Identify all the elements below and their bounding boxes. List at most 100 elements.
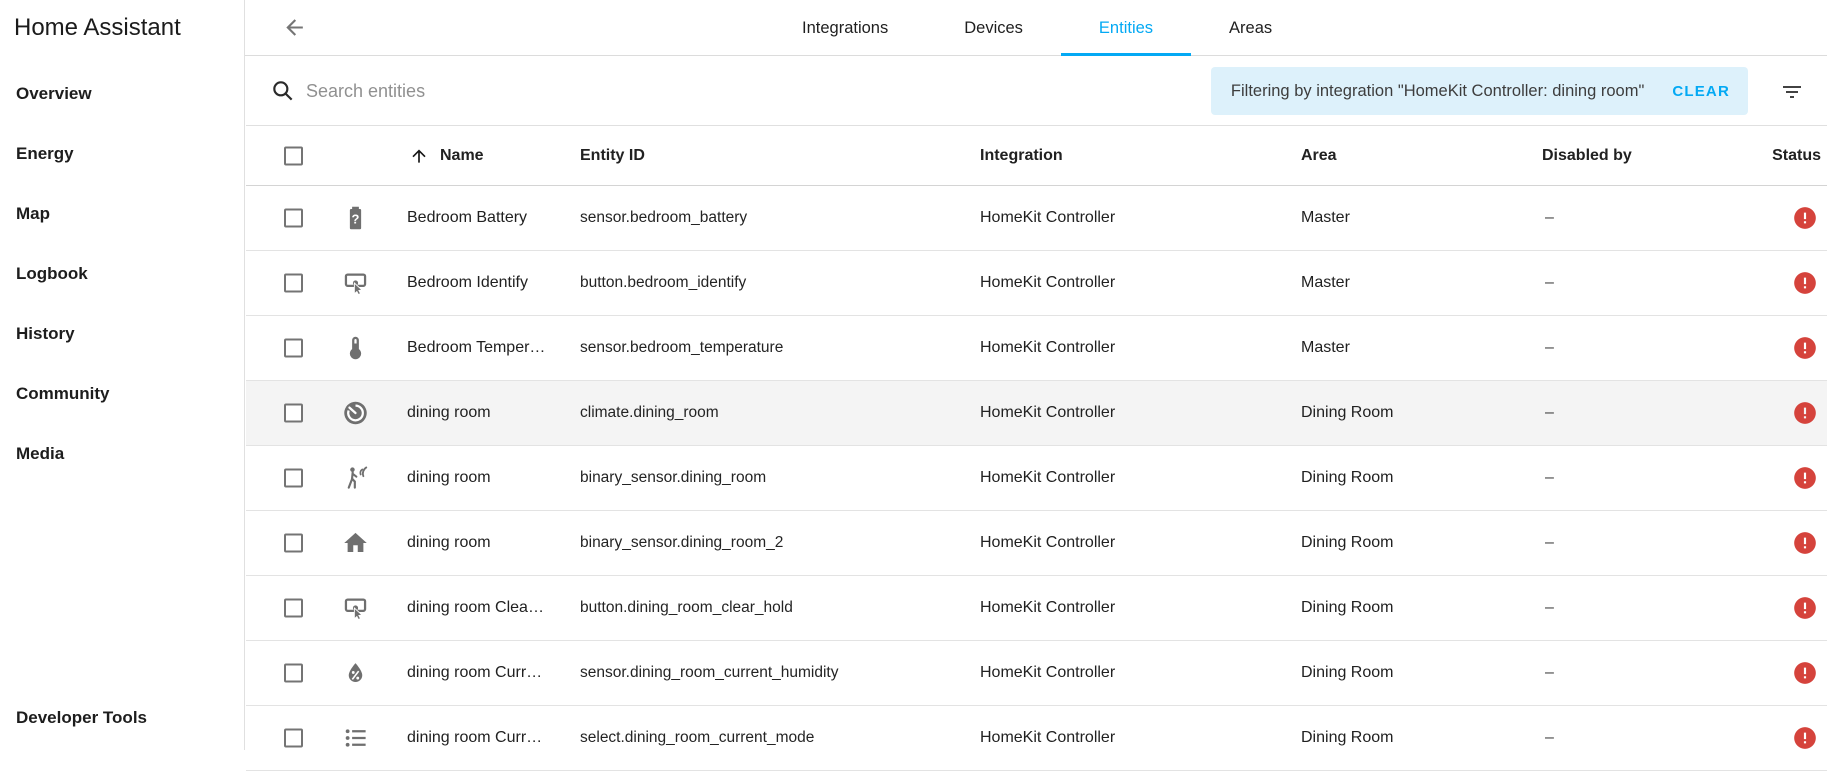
gesture-tap-icon <box>342 270 369 297</box>
table-row[interactable]: dining room Curr… select.dining_room_cur… <box>246 706 1827 771</box>
table-row[interactable]: dining room Clea… button.dining_room_cle… <box>246 576 1827 641</box>
table-row[interactable]: Bedroom Temper… sensor.bedroom_temperatu… <box>246 316 1827 381</box>
tab-devices[interactable]: Devices <box>926 0 1061 56</box>
table-row[interactable]: Bedroom Battery sensor.bedroom_battery H… <box>246 186 1827 251</box>
status-error-icon[interactable] <box>1792 595 1818 621</box>
status-error-icon[interactable] <box>1792 465 1818 491</box>
row-checkbox[interactable] <box>284 273 303 293</box>
sidebar-item[interactable]: Overview <box>0 64 243 124</box>
filter-variant-icon[interactable] <box>1780 80 1804 104</box>
entity-disabled-by: – <box>1545 209 1554 226</box>
entity-integration: HomeKit Controller <box>980 469 1116 486</box>
sidebar-item[interactable]: Community <box>0 364 243 424</box>
entity-integration: HomeKit Controller <box>980 599 1116 616</box>
header-entity-id[interactable]: Entity ID <box>580 147 645 165</box>
header-integration[interactable]: Integration <box>980 147 1063 165</box>
tab-entities[interactable]: Entities <box>1060 0 1192 56</box>
entity-name: dining room <box>407 534 491 551</box>
table-row[interactable]: dining room binary_sensor.dining_room_2 … <box>246 511 1827 576</box>
status-error-icon[interactable] <box>1792 335 1818 361</box>
entity-disabled-by: – <box>1545 274 1554 291</box>
sidebar-item-label: History <box>16 324 75 343</box>
back-arrow-icon[interactable] <box>282 15 307 40</box>
row-checkbox[interactable] <box>284 728 303 748</box>
entity-disabled-by: – <box>1545 534 1554 551</box>
row-checkbox[interactable] <box>284 663 303 683</box>
row-checkbox[interactable] <box>284 338 303 358</box>
entity-area: Dining Room <box>1301 469 1394 486</box>
tab-bar: Integrations Devices Entities Areas <box>764 0 1310 56</box>
entity-area: Master <box>1301 339 1350 356</box>
row-checkbox[interactable] <box>284 468 303 488</box>
main-content: Integrations Devices Entities Areas Filt… <box>246 0 1827 771</box>
sidebar-item-label: Media <box>16 444 65 463</box>
entity-id: climate.dining_room <box>580 404 719 421</box>
tab-label: Integrations <box>802 18 889 37</box>
sidebar-item-label: Map <box>16 204 50 223</box>
header-disabled-by[interactable]: Disabled by <box>1542 147 1632 165</box>
entity-name: Bedroom Temper… <box>407 339 546 356</box>
status-error-icon[interactable] <box>1792 400 1818 426</box>
sidebar: Home Assistant Overview Energy Map Logbo… <box>0 0 245 750</box>
table-row[interactable]: dining room climate.dining_room HomeKit … <box>246 381 1827 446</box>
entity-name: dining room Curr… <box>407 729 543 746</box>
entity-name: dining room <box>407 404 491 421</box>
entity-area: Dining Room <box>1301 729 1394 746</box>
sidebar-item[interactable]: Media <box>0 424 243 484</box>
tab-label: Areas <box>1229 18 1273 37</box>
sidebar-item[interactable]: Map <box>0 184 243 244</box>
table-row[interactable]: dining room Curr… sensor.dining_room_cur… <box>246 641 1827 706</box>
entity-area: Dining Room <box>1301 534 1394 551</box>
entity-name: Bedroom Identify <box>407 274 528 291</box>
header-status[interactable]: Status <box>1772 147 1821 165</box>
status-error-icon[interactable] <box>1792 205 1818 231</box>
sidebar-item[interactable]: Energy <box>0 124 243 184</box>
motion-sensor-icon <box>342 465 369 492</box>
entity-id: binary_sensor.dining_room_2 <box>580 534 784 551</box>
filter-chip-text: Filtering by integration "HomeKit Contro… <box>1230 81 1645 100</box>
sidebar-item-developer-tools[interactable]: Developer Tools <box>0 700 243 736</box>
entity-integration: HomeKit Controller <box>980 534 1116 551</box>
header-area[interactable]: Area <box>1301 147 1337 165</box>
entity-disabled-by: – <box>1545 664 1554 681</box>
entity-integration: HomeKit Controller <box>980 274 1116 291</box>
sidebar-item-label: Developer Tools <box>16 708 147 727</box>
status-error-icon[interactable] <box>1792 725 1818 751</box>
sidebar-nav: Overview Energy Map Logbook History Comm… <box>0 64 243 484</box>
water-percent-icon <box>342 660 369 687</box>
entity-id: binary_sensor.dining_room <box>580 469 767 486</box>
entity-name: dining room Clea… <box>407 599 544 616</box>
tab-integrations[interactable]: Integrations <box>764 0 926 56</box>
entity-name: dining room Curr… <box>407 664 543 681</box>
appbar: Integrations Devices Entities Areas <box>246 0 1827 56</box>
row-checkbox[interactable] <box>284 208 303 228</box>
row-checkbox[interactable] <box>284 598 303 618</box>
sidebar-item[interactable]: Logbook <box>0 244 243 304</box>
clear-filter-button[interactable]: CLEAR <box>1672 83 1730 100</box>
gesture-tap-icon <box>342 595 369 622</box>
entity-disabled-by: – <box>1545 404 1554 421</box>
thermostat-icon <box>342 400 369 427</box>
sort-ascending-icon <box>409 146 429 166</box>
entity-name: dining room <box>407 469 491 486</box>
search-input[interactable] <box>304 74 1004 108</box>
list-bulleted-icon <box>342 725 369 752</box>
entity-area: Dining Room <box>1301 599 1394 616</box>
select-all-checkbox[interactable] <box>284 146 303 165</box>
table-row[interactable]: Bedroom Identify button.bedroom_identify… <box>246 251 1827 316</box>
status-error-icon[interactable] <box>1792 270 1818 296</box>
sidebar-item-label: Logbook <box>16 264 88 283</box>
table-row[interactable]: dining room binary_sensor.dining_room Ho… <box>246 446 1827 511</box>
sidebar-item[interactable]: History <box>0 304 243 364</box>
entity-disabled-by: – <box>1545 599 1554 616</box>
status-error-icon[interactable] <box>1792 530 1818 556</box>
entity-area: Dining Room <box>1301 664 1394 681</box>
tab-label: Entities <box>1098 18 1154 37</box>
tab-areas[interactable]: Areas <box>1191 0 1310 56</box>
header-name[interactable]: Name <box>440 147 484 165</box>
status-error-icon[interactable] <box>1792 660 1818 686</box>
entity-id: sensor.bedroom_temperature <box>580 339 784 356</box>
row-checkbox[interactable] <box>284 403 303 423</box>
row-checkbox[interactable] <box>284 533 303 553</box>
entity-id: sensor.dining_room_current_humidity <box>580 664 839 681</box>
